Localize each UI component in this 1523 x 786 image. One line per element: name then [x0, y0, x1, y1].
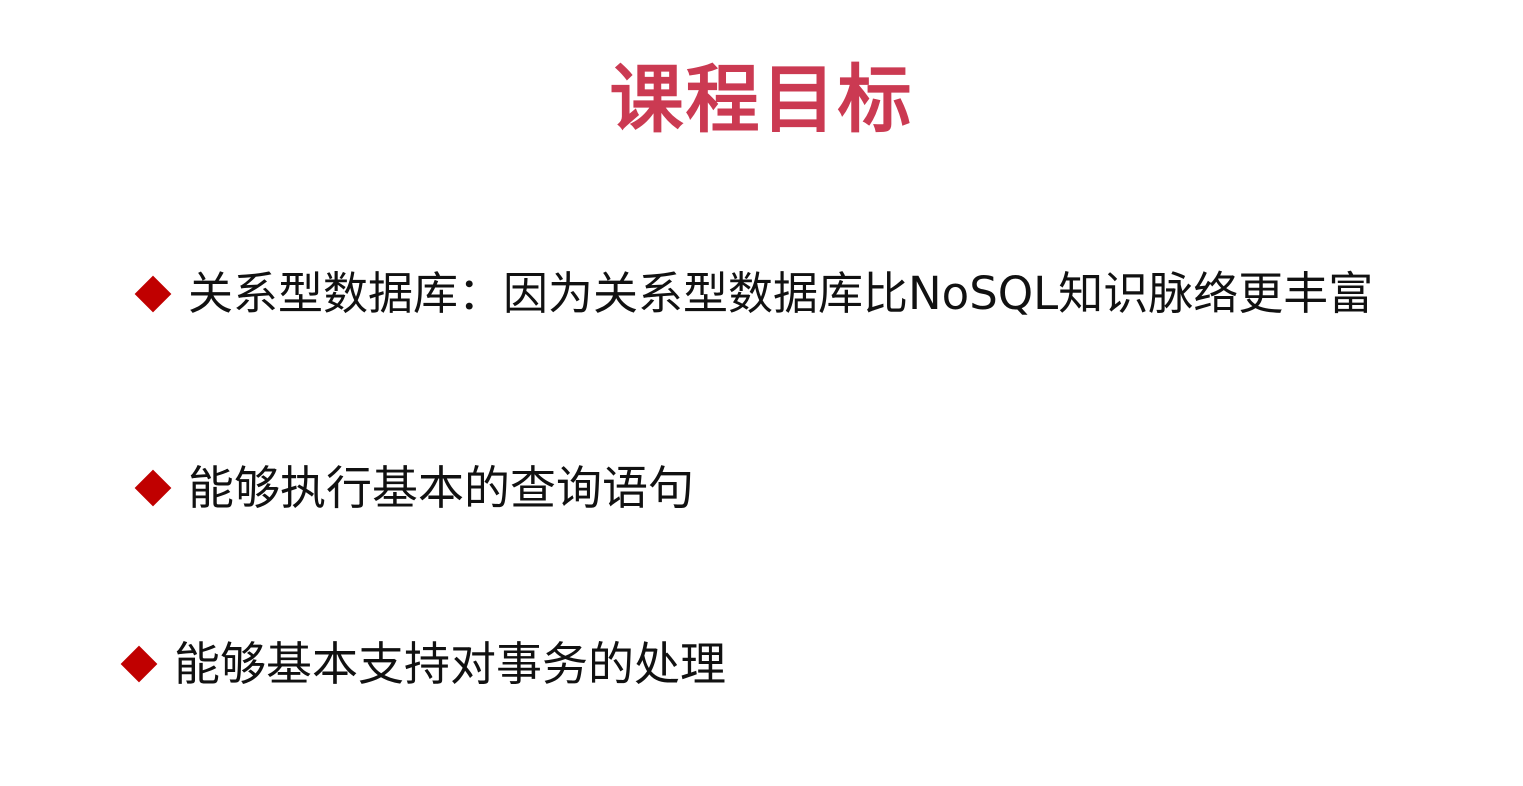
bullet-item: 能够执行基本的查询语句	[134, 456, 694, 520]
bullet-item: 关系型数据库：因为关系型数据库比NoSQL知识脉络更丰富	[134, 262, 1373, 326]
slide: 课程目标 关系型数据库：因为关系型数据库比NoSQL知识脉络更丰富 能够执行基本…	[0, 0, 1523, 786]
bullet-text: 能够执行基本的查询语句	[188, 461, 694, 515]
diamond-icon	[134, 275, 172, 313]
bullet-text: 关系型数据库：因为关系型数据库比NoSQL知识脉络更丰富	[188, 267, 1374, 320]
bullet-item: 能够基本支持对事务的处理	[120, 632, 726, 696]
diamond-icon	[134, 469, 172, 507]
diamond-icon	[120, 645, 158, 683]
bullet-text: 能够基本支持对事务的处理	[174, 637, 726, 691]
slide-title: 课程目标	[609, 57, 914, 143]
